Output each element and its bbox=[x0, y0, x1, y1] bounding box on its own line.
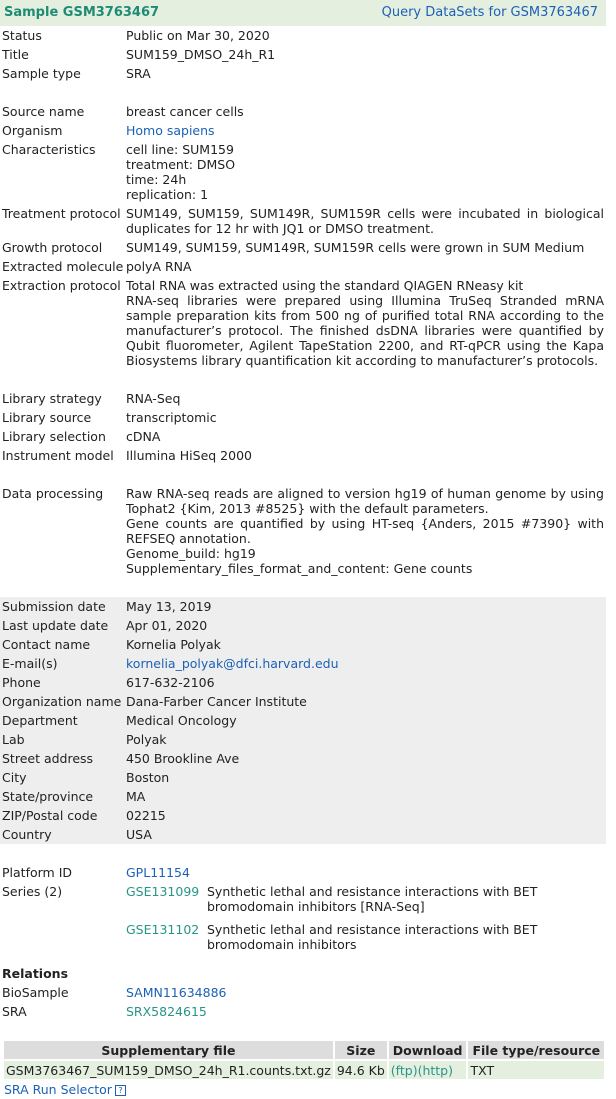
series-link-1[interactable]: GSE131099 bbox=[126, 884, 199, 899]
characteristics-value: cell line: SUM159 treatment: DMSO time: … bbox=[126, 142, 604, 202]
extracted-molecule-value: polyA RNA bbox=[126, 259, 192, 274]
library-selection-value: cDNA bbox=[126, 429, 161, 444]
data-processing-p4: Supplementary_files_format_and_content: … bbox=[126, 561, 473, 576]
email-label: E-mail(s) bbox=[2, 656, 58, 671]
treatment-protocol-value: SUM149, SUM159, SUM149R, SUM159R cells w… bbox=[126, 206, 604, 236]
col-size: Size bbox=[334, 1041, 387, 1059]
country-label: Country bbox=[2, 827, 52, 842]
status-value: Public on Mar 30, 2020 bbox=[126, 28, 270, 43]
sra-run-selector-link[interactable]: SRA Run Selector bbox=[4, 1082, 112, 1097]
data-processing-p2: Gene counts are quantified by using HT-s… bbox=[126, 516, 604, 546]
series-link-2[interactable]: GSE131102 bbox=[126, 922, 199, 937]
biosample-label: BioSample bbox=[2, 985, 69, 1000]
sra-link[interactable]: SRX5824615 bbox=[126, 1004, 207, 1019]
library-source-value: transcriptomic bbox=[126, 410, 217, 425]
street-value: 450 Brookline Ave bbox=[126, 751, 240, 766]
platform-label: Platform ID bbox=[2, 865, 73, 880]
library-selection-label: Library selection bbox=[2, 429, 106, 444]
submission-date-value: May 13, 2019 bbox=[126, 599, 212, 614]
growth-protocol-value: SUM149, SUM159, SUM149R, SUM159R cells w… bbox=[126, 240, 585, 255]
sra-label: SRA bbox=[2, 1004, 27, 1019]
supp-file-size: 94.6 Kb bbox=[334, 1061, 387, 1079]
last-update-value: Apr 01, 2020 bbox=[126, 618, 208, 633]
extraction-protocol-line2: RNA-seq libraries were prepared using Il… bbox=[126, 293, 604, 368]
organization-value: Dana-Farber Cancer Institute bbox=[126, 694, 307, 709]
supp-download-cell: (ftp)(http) bbox=[388, 1061, 467, 1079]
lab-value: Polyak bbox=[126, 732, 167, 747]
characteristics-label: Characteristics bbox=[2, 142, 96, 157]
http-download-link[interactable]: (http) bbox=[418, 1063, 453, 1078]
source-name-label: Source name bbox=[2, 104, 85, 119]
supplementary-table: Supplementary file Size Download File ty… bbox=[2, 1039, 606, 1081]
title-label: Title bbox=[2, 47, 29, 62]
organization-label: Organization name bbox=[2, 694, 122, 709]
library-strategy-label: Library strategy bbox=[2, 391, 102, 406]
submission-date-label: Submission date bbox=[2, 599, 106, 614]
characteristic-treatment: treatment: DMSO bbox=[126, 157, 236, 172]
query-datasets-link[interactable]: Query DataSets for GSM3763467 bbox=[382, 5, 598, 20]
last-update-label: Last update date bbox=[2, 618, 109, 633]
extraction-protocol-label: Extraction protocol bbox=[2, 278, 121, 293]
source-name-value: breast cancer cells bbox=[126, 104, 244, 119]
treatment-protocol-label: Treatment protocol bbox=[2, 206, 121, 221]
col-supplementary-file: Supplementary file bbox=[4, 1041, 333, 1059]
department-label: Department bbox=[2, 713, 78, 728]
lab-label: Lab bbox=[2, 732, 25, 747]
instrument-model-value: Illumina HiSeq 2000 bbox=[126, 448, 252, 463]
data-processing-label: Data processing bbox=[2, 486, 104, 501]
state-label: State/province bbox=[2, 789, 94, 804]
department-value: Medical Oncology bbox=[126, 713, 237, 728]
country-value: USA bbox=[126, 827, 152, 842]
sample-title: Sample GSM3763467 bbox=[4, 5, 160, 20]
status-label: Status bbox=[2, 28, 42, 43]
characteristic-cell-line: cell line: SUM159 bbox=[126, 142, 234, 157]
platform-link[interactable]: GPL11154 bbox=[126, 865, 190, 880]
sample-header: Sample GSM3763467 Query DataSets for GSM… bbox=[0, 0, 606, 26]
growth-protocol-label: Growth protocol bbox=[2, 240, 103, 255]
instrument-model-label: Instrument model bbox=[2, 448, 114, 463]
extraction-protocol-line1: Total RNA was extracted using the standa… bbox=[126, 278, 524, 293]
series-desc-1: Synthetic lethal and resistance interact… bbox=[207, 884, 538, 914]
col-download: Download bbox=[388, 1041, 467, 1059]
zip-value: 02215 bbox=[126, 808, 166, 823]
phone-label: Phone bbox=[2, 675, 41, 690]
zip-label: ZIP/Postal code bbox=[2, 808, 98, 823]
city-label: City bbox=[2, 770, 27, 785]
help-icon[interactable]: ? bbox=[114, 1085, 126, 1096]
library-source-label: Library source bbox=[2, 410, 92, 425]
sample-type-value: SRA bbox=[126, 66, 151, 81]
supplementary-table-header: Supplementary file Size Download File ty… bbox=[4, 1041, 605, 1059]
contact-name-label: Contact name bbox=[2, 637, 91, 652]
characteristic-time: time: 24h bbox=[126, 172, 187, 187]
data-processing-p3: Genome_build: hg19 bbox=[126, 546, 256, 561]
data-processing-value: Raw RNA-seq reads are aligned to version… bbox=[126, 486, 604, 576]
state-value: MA bbox=[126, 789, 146, 804]
city-value: Boston bbox=[126, 770, 170, 785]
data-processing-p1: Raw RNA-seq reads are aligned to version… bbox=[126, 486, 604, 516]
sra-run-selector-row: SRA Run Selector? bbox=[4, 1082, 610, 1097]
email-link[interactable]: kornelia_polyak@dfci.harvard.edu bbox=[126, 656, 339, 671]
ftp-download-link[interactable]: (ftp) bbox=[391, 1063, 418, 1078]
organism-link[interactable]: Homo sapiens bbox=[126, 123, 215, 138]
phone-value: 617-632-2106 bbox=[126, 675, 215, 690]
extracted-molecule-label: Extracted molecule bbox=[2, 259, 124, 274]
street-label: Street address bbox=[2, 751, 94, 766]
biosample-link[interactable]: SAMN11634886 bbox=[126, 985, 226, 1000]
series-label: Series (2) bbox=[2, 884, 63, 899]
supp-file-type: TXT bbox=[468, 1061, 605, 1079]
table-row: GSM3763467_SUM159_DMSO_24h_R1.counts.txt… bbox=[4, 1061, 605, 1079]
extraction-protocol-value: Total RNA was extracted using the standa… bbox=[126, 278, 604, 368]
supp-file-name: GSM3763467_SUM159_DMSO_24h_R1.counts.txt… bbox=[4, 1061, 333, 1079]
series-desc-2: Synthetic lethal and resistance interact… bbox=[207, 922, 538, 952]
sample-type-label: Sample type bbox=[2, 66, 81, 81]
col-file-type: File type/resource bbox=[468, 1041, 605, 1059]
relations-heading: Relations bbox=[2, 966, 69, 981]
title-value: SUM159_DMSO_24h_R1 bbox=[126, 47, 276, 62]
contact-name-value: Kornelia Polyak bbox=[126, 637, 221, 652]
library-strategy-value: RNA-Seq bbox=[126, 391, 181, 406]
characteristic-replication: replication: 1 bbox=[126, 187, 209, 202]
organism-label: Organism bbox=[2, 123, 63, 138]
